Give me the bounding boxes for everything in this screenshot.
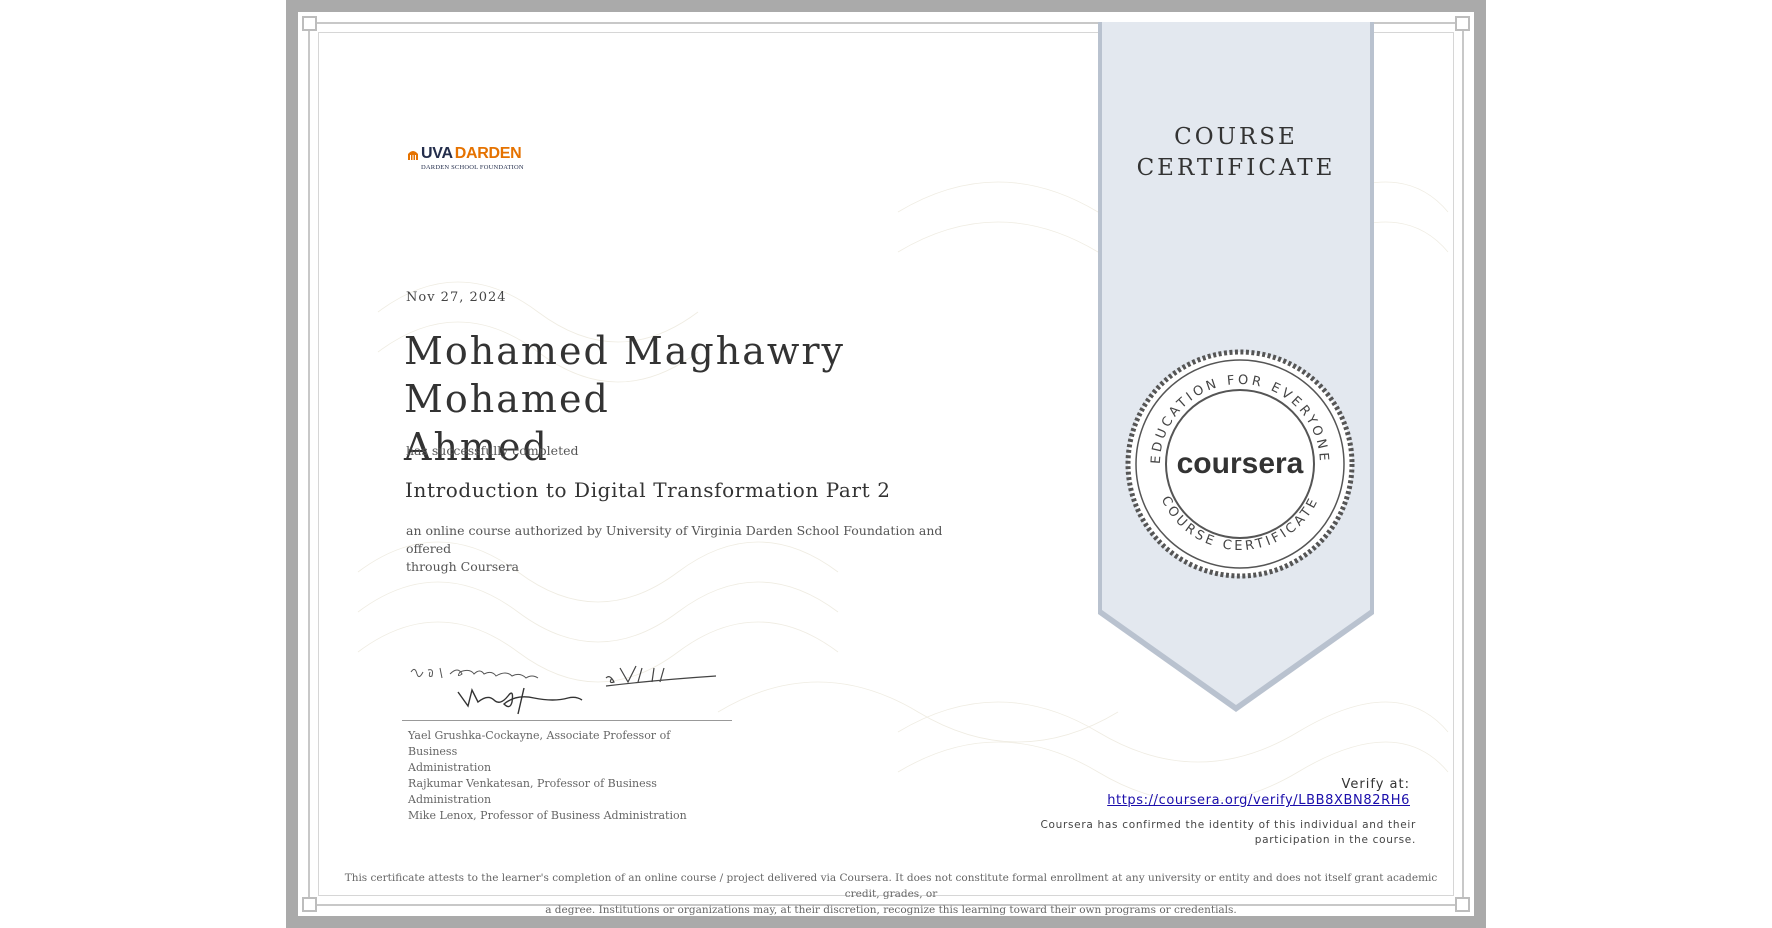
issue-date: Nov 27, 2024 xyxy=(406,290,507,305)
authorization-line-2: through Coursera xyxy=(406,559,520,574)
signature-line xyxy=(402,720,732,721)
certificate-sheet: UVA DARDEN DARDEN SCHOOL FOUNDATION Nov … xyxy=(286,0,1486,928)
confirmation-line-1: Coursera has confirmed the identity of t… xyxy=(1040,819,1416,831)
authorization-text: an online course authorized by Universit… xyxy=(406,522,946,576)
confirmation-line-2: participation in the course. xyxy=(1254,834,1416,846)
logo-uva-text: UVA xyxy=(421,145,453,162)
signer-line: Rajkumar Venkatesan, Professor of Busine… xyxy=(408,777,657,806)
signer-line: Administration xyxy=(408,761,492,774)
completed-text: has successfully completed xyxy=(406,443,579,458)
verify-label: Verify at: xyxy=(1341,777,1410,792)
disclaimer-line-1: This certificate attests to the learner'… xyxy=(344,872,1438,900)
seal-coursera-wordmark: coursera xyxy=(1177,447,1304,480)
uva-darden-logo: UVA DARDEN DARDEN SCHOOL FOUNDATION xyxy=(407,145,524,171)
ribbon-title-line-1: COURSE xyxy=(1174,124,1298,150)
corner-ornament-top-left xyxy=(302,16,317,31)
logo-subtitle: DARDEN SCHOOL FOUNDATION xyxy=(421,164,524,171)
rotunda-icon xyxy=(408,150,418,160)
corner-ornament-bottom-left xyxy=(302,897,317,912)
corner-ornament-bottom-right xyxy=(1455,897,1470,912)
logo-darden-text: DARDEN xyxy=(454,145,522,162)
corner-ornament-top-right xyxy=(1455,16,1470,31)
verify-link[interactable]: https://coursera.org/verify/LBB8XBN82RH6 xyxy=(1107,793,1410,808)
authorization-line-1: an online course authorized by Universit… xyxy=(406,523,943,556)
recipient-name-line-1: Mohamed Maghawry Mohamed xyxy=(404,329,846,421)
disclaimer-line-2: a degree. Institutions or organizations … xyxy=(545,904,1237,916)
coursera-seal: EDUCATION FOR EVERYONE COURSE CERTIFICAT… xyxy=(1125,349,1355,579)
course-title: Introduction to Digital Transformation P… xyxy=(405,478,891,502)
signer-line: Mike Lenox, Professor of Business Admini… xyxy=(408,809,687,822)
ribbon-title: COURSE CERTIFICATE xyxy=(1096,122,1376,184)
disclaimer: This certificate attests to the learner'… xyxy=(338,870,1444,918)
ribbon-title-line-2: CERTIFICATE xyxy=(1136,155,1336,181)
signer-line: Yael Grushka-Cockayne, Associate Profess… xyxy=(408,729,671,758)
verify-block: Verify at: https://coursera.org/verify/L… xyxy=(1107,777,1410,809)
logo-wordmark: UVA DARDEN xyxy=(407,145,524,163)
certificate-paper: UVA DARDEN DARDEN SCHOOL FOUNDATION Nov … xyxy=(298,12,1474,916)
signers-list: Yael Grushka-Cockayne, Associate Profess… xyxy=(408,728,708,824)
identity-confirmation: Coursera has confirmed the identity of t… xyxy=(996,818,1416,848)
signature-scribbles xyxy=(410,665,717,715)
